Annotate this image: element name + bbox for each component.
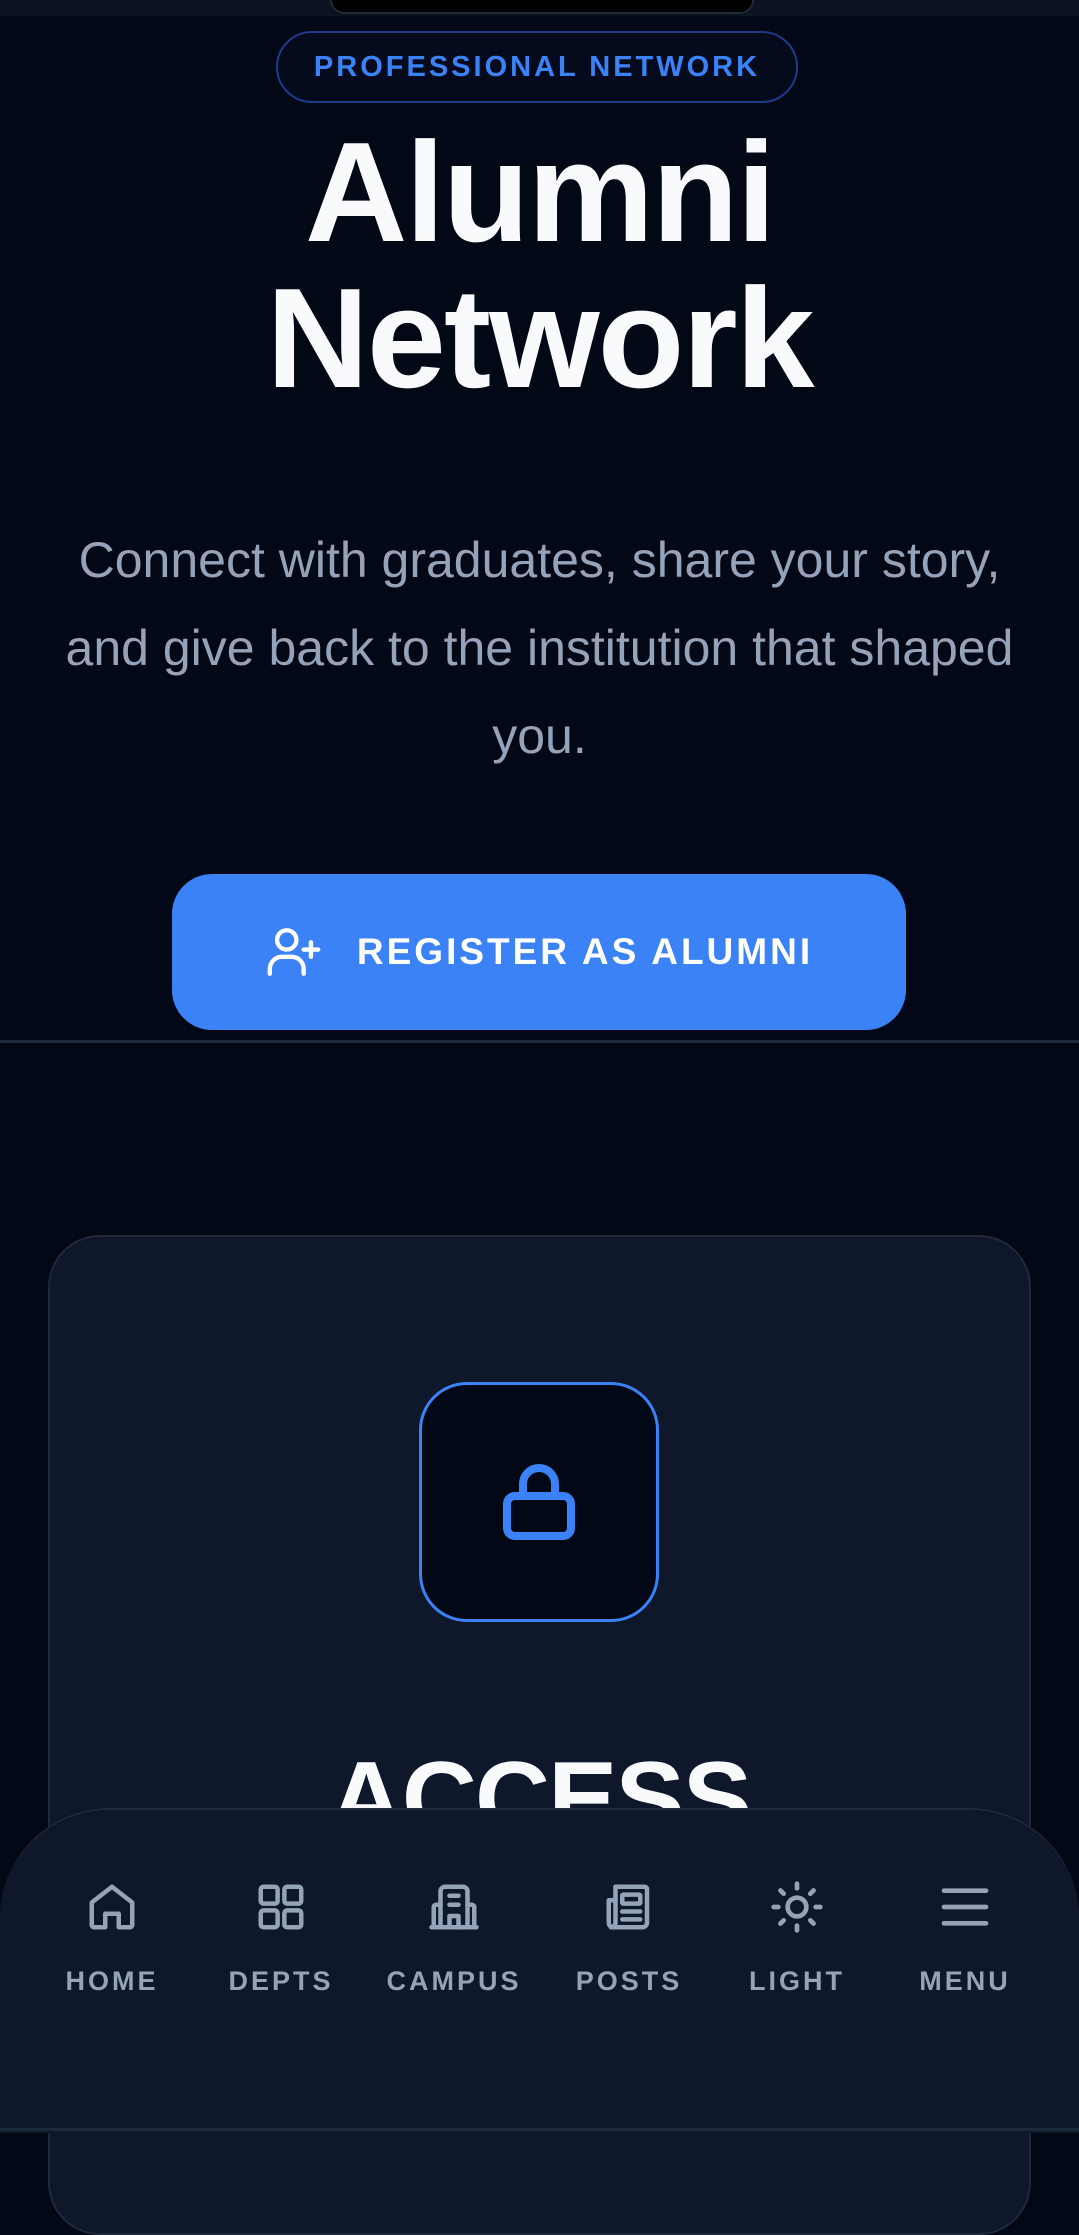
user-plus-icon (265, 923, 323, 981)
grid-icon (252, 1878, 310, 1936)
newspaper-icon (600, 1878, 658, 1936)
section-badge: PROFESSIONAL NETWORK (276, 31, 798, 103)
nav-label-campus: CAMPUS (386, 1966, 522, 1996)
lock-tile (419, 1382, 659, 1622)
page-title: Alumni Network (0, 120, 1079, 412)
section-divider (0, 1040, 1079, 1043)
menu-icon (936, 1878, 994, 1936)
building-icon (425, 1878, 483, 1936)
register-alumni-button[interactable]: REGISTER AS ALUMNI (172, 874, 906, 1030)
nav-label-posts: POSTS (575, 1966, 683, 1996)
nav-label-home: HOME (65, 1966, 159, 1996)
nav-label-depts: DEPTS (228, 1966, 334, 1996)
title-line-1: Alumni (304, 113, 776, 272)
register-alumni-label: REGISTER AS ALUMNI (356, 931, 814, 972)
nav-item-home[interactable]: HOME (62, 1878, 162, 2018)
device-notch (330, 0, 754, 14)
nav-item-light[interactable]: LIGHT (742, 1878, 852, 2018)
nav-item-depts[interactable]: DEPTS (226, 1878, 336, 2018)
hero-description: Connect with graduates, share your story… (65, 532, 1014, 764)
nav-item-posts[interactable]: POSTS (574, 1878, 684, 2018)
nav-label-menu: MENU (919, 1966, 1011, 1996)
title-line-2: Network (266, 259, 814, 418)
nav-item-campus[interactable]: CAMPUS (384, 1878, 524, 2018)
sun-icon (768, 1878, 826, 1936)
lock-icon (491, 1452, 587, 1553)
nav-label-light: LIGHT (749, 1966, 845, 1996)
home-icon (83, 1878, 141, 1936)
nav-item-menu[interactable]: MENU (910, 1878, 1020, 2018)
